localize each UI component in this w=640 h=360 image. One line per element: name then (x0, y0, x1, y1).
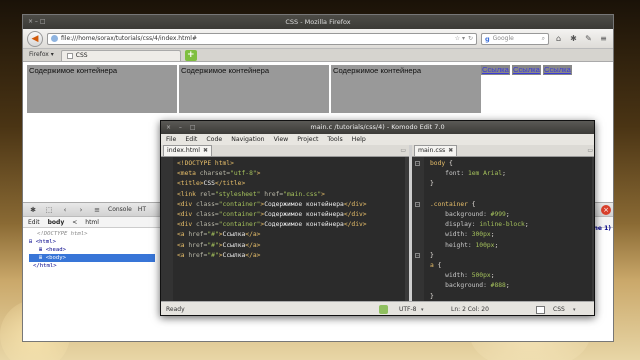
chevron-down-icon: ▾ (421, 306, 424, 313)
back-arrow-icon[interactable]: ‹ (60, 205, 70, 215)
firebug-bug-icon[interactable]: ✱ (28, 205, 38, 215)
file-type-icon (536, 305, 545, 314)
tree-node-label: <head> (45, 247, 66, 253)
syntax-check-icon[interactable] (379, 305, 388, 314)
page-link[interactable]: Ссылка (543, 65, 572, 75)
search-placeholder: Google (492, 35, 514, 42)
tab-html[interactable]: HT (138, 206, 146, 213)
fold-toggle-icon[interactable]: − (415, 161, 420, 166)
encoding-selector[interactable]: UTF-8 (399, 306, 417, 313)
komodo-window: × – □ main.c⁠ ⁠/tutorials/css/4) - Komod… (160, 120, 595, 316)
site-identity-icon[interactable] (51, 35, 58, 42)
editor-gutter (161, 157, 173, 301)
breadcrumb-html[interactable]: html (85, 219, 99, 226)
chevron-down-icon: ▾ (573, 306, 576, 313)
back-button[interactable]: ◀ (27, 30, 43, 47)
tree-node-label: <html> (35, 239, 56, 245)
tab-console[interactable]: Console (108, 206, 132, 213)
bookmark-star-icon[interactable]: ☆ ▾ (455, 35, 465, 42)
menu-help[interactable]: Help (352, 136, 366, 143)
menu-icon[interactable]: ≡ (598, 33, 609, 44)
close-icon[interactable]: ✖ (203, 146, 208, 156)
tab-label: index.html (167, 147, 200, 154)
tab-bar: Firefox ▾ CSS + (23, 49, 613, 62)
status-bar: Ready UTF-8 ▾ Ln: 2 Col: 20 CSS ▾ (161, 301, 594, 315)
close-icon[interactable]: ✖ (448, 146, 453, 156)
editor-gutter (412, 157, 424, 301)
menu-edit[interactable]: Edit (185, 136, 197, 143)
container-block: Содержимое контейнера (27, 65, 177, 113)
pane-menu-icon[interactable]: ▭ (400, 147, 406, 154)
editor-panes: index.html ✖ ▭ <!DOCTYPE html> <meta cha… (161, 145, 594, 301)
menu-code[interactable]: Code (206, 136, 222, 143)
page-link[interactable]: Ссылка (512, 65, 541, 75)
search-icon[interactable]: ⌕ (542, 35, 545, 43)
tab-main-css[interactable]: main.css ✖ (414, 145, 458, 156)
close-icon[interactable]: × (601, 205, 611, 215)
firefox-menu-button[interactable]: Firefox ▾ (26, 49, 57, 61)
komodo-titlebar: × – □ main.c⁠ ⁠/tutorials/css/4) - Komod… (161, 121, 594, 134)
tab-title: CSS (75, 52, 88, 59)
window-controls[interactable]: × – □ (166, 121, 199, 134)
tab-css[interactable]: CSS (60, 50, 181, 61)
tab-label: main.css (418, 147, 446, 154)
pane-menu-icon[interactable]: ▭ (587, 147, 593, 154)
menu-navigation[interactable]: Navigation (231, 136, 264, 143)
edit-button[interactable]: Edit (28, 219, 40, 226)
url-text[interactable]: file:///home/sorax/tutorials/css/4/index… (61, 35, 452, 42)
tab-index-html[interactable]: index.html ✖ (163, 145, 213, 156)
editor-tabs: index.html ✖ ▭ (161, 145, 409, 157)
navigation-toolbar: ◀ file:///home/sorax/tutorials/css/4/ind… (23, 29, 613, 49)
menu-tools[interactable]: Tools (327, 136, 342, 143)
tree-node-label: <body> (45, 255, 66, 261)
komodo-window-title: main.c⁠ ⁠/tutorials/css/4) - Komodo Edit… (310, 123, 445, 131)
new-tab-button[interactable]: + (184, 50, 197, 61)
forward-arrow-icon[interactable]: › (76, 205, 86, 215)
editor-pane-css: main.css ✖ ▭ − − − body { font: 1em Aria… (412, 145, 594, 301)
firefox-menu-label: Firefox (29, 51, 49, 58)
css-code[interactable]: body { font: 1em Arial; } .container { b… (412, 157, 594, 301)
html-code[interactable]: <!DOCTYPE html> <meta charset="utf-8"> <… (161, 157, 409, 261)
editor-tabs: main.css ✖ ▭ (412, 145, 594, 157)
container-block: Содержимое контейнера (331, 65, 481, 113)
fold-toggle-icon[interactable]: − (415, 202, 420, 207)
firefox-titlebar: × – □ CSS - Mozilla Firefox (23, 15, 613, 29)
google-logo-icon: g (485, 34, 490, 43)
cursor-position: Ln: 2 Col: 20 (451, 306, 489, 313)
tree-node-body[interactable]: ⊞ <body> (29, 254, 155, 262)
search-box[interactable]: g Google ⌕ (481, 32, 549, 45)
firefox-window-title: CSS - Mozilla Firefox (285, 18, 351, 26)
vertical-scrollbar[interactable] (405, 157, 409, 301)
container-block: Содержимое контейнера (179, 65, 329, 113)
vertical-scrollbar[interactable] (592, 157, 594, 301)
tools-icon[interactable]: ✎ (583, 33, 594, 44)
list-icon[interactable]: ≡ (92, 205, 102, 215)
page-link[interactable]: Ссылка (481, 65, 510, 75)
fold-toggle-icon[interactable]: − (415, 253, 420, 258)
editor-pane-html: index.html ✖ ▭ <!DOCTYPE html> <meta cha… (161, 145, 412, 301)
inspect-icon[interactable]: ⬚ (44, 205, 54, 215)
url-bar[interactable]: file:///home/sorax/tutorials/css/4/index… (47, 32, 477, 45)
menu-file[interactable]: File (166, 136, 176, 143)
language-selector[interactable]: CSS (553, 306, 565, 313)
menu-view[interactable]: View (274, 136, 289, 143)
menu-project[interactable]: Project (297, 136, 318, 143)
home-icon[interactable]: ⌂ (553, 33, 564, 44)
page-favicon-icon (66, 53, 73, 59)
status-ready: Ready (166, 306, 185, 313)
window-controls[interactable]: × – □ (28, 18, 46, 26)
komodo-menubar: File Edit Code Navigation View Project T… (161, 134, 594, 145)
firebug-icon[interactable]: ✱ (568, 33, 579, 44)
reload-icon[interactable]: ↻ (468, 35, 473, 42)
breadcrumb-separator: < (72, 218, 78, 226)
breadcrumb-body[interactable]: body (48, 219, 65, 226)
firebug-window-controls: × (601, 203, 611, 217)
